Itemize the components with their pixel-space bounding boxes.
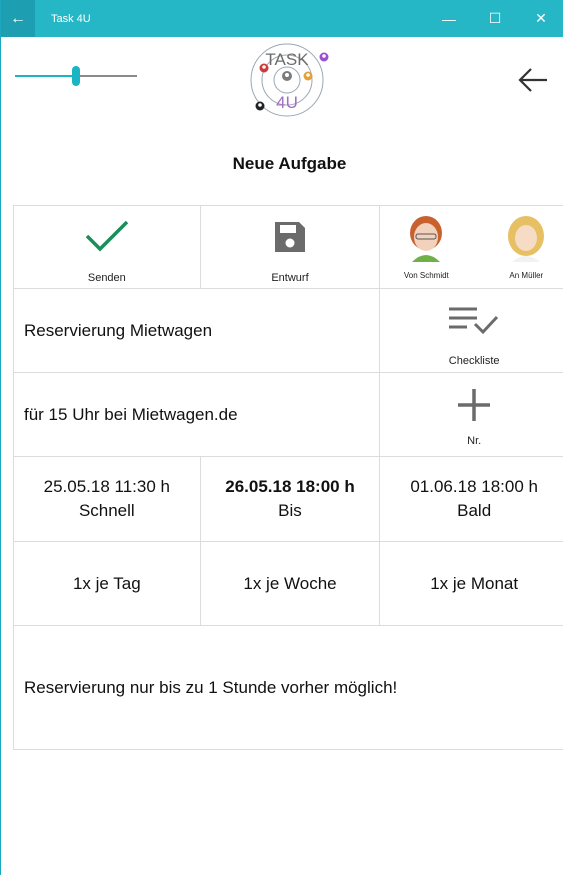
priority-slider[interactable]: [15, 66, 137, 86]
arrow-left-icon[interactable]: [515, 62, 551, 98]
user-icon: [259, 63, 269, 73]
deadline-date: 01.06.18 18:00 h: [410, 477, 538, 496]
deadline-fast[interactable]: 25.05.18 11:30 h Schnell: [14, 457, 201, 542]
save-icon: [274, 222, 305, 252]
checklist-button[interactable]: Checkliste: [380, 289, 563, 373]
action-row: Senden Entwurf Von Schmidt An Müller: [13, 205, 563, 289]
draft-button[interactable]: Entwurf: [200, 205, 381, 289]
deadline-until[interactable]: 26.05.18 18:00 h Bis: [200, 457, 381, 542]
logo-text-top: TASK: [265, 50, 309, 69]
deadline-label: Schnell: [78, 501, 135, 520]
note-text: Reservierung nur bis zu 1 Stunde vorher …: [24, 678, 398, 697]
to-label: An Müller: [509, 271, 544, 280]
send-label: Senden: [87, 272, 126, 284]
user-icon: [319, 52, 329, 62]
frequency-label: 1x je Monat: [430, 573, 519, 593]
task-form-grid: Senden Entwurf Von Schmidt An Müller Res…: [13, 205, 563, 750]
slider-thumb[interactable]: [72, 66, 80, 86]
frequency-label: 1x je Woche: [243, 573, 337, 593]
task4u-logo: TASK 4U: [250, 43, 329, 117]
frequency-label: 1x je Tag: [72, 573, 141, 593]
title-bar: ← Task 4U — ☐ ✕: [1, 0, 563, 37]
frequency-row: 1x je Tag 1x je Woche 1x je Monat: [13, 542, 563, 626]
draft-label: Entwurf: [271, 272, 309, 284]
close-button[interactable]: ✕: [518, 0, 563, 37]
number-label: Nr.: [467, 435, 482, 447]
app-window: ← Task 4U — ☐ ✕ TASK 4U Neue Aufgabe Sen…: [0, 0, 563, 875]
title-row: Reservierung Mietwagen Checkliste: [13, 289, 563, 373]
frequency-monthly[interactable]: 1x je Monat: [380, 542, 563, 626]
deadline-label: Bald: [457, 501, 492, 520]
plus-icon: [458, 389, 491, 421]
checklist-label: Checkliste: [448, 355, 500, 367]
frequency-daily[interactable]: 1x je Tag: [14, 542, 201, 626]
checklist-icon: [449, 307, 499, 335]
window-controls: — ☐ ✕: [426, 0, 563, 37]
window-title: Task 4U: [51, 12, 91, 25]
note-row: Reservierung nur bis zu 1 Stunde vorher …: [13, 626, 563, 750]
maximize-button[interactable]: ☐: [472, 0, 518, 37]
from-label: Von Schmidt: [403, 271, 449, 280]
frequency-weekly[interactable]: 1x je Woche: [200, 542, 381, 626]
user-icon: [303, 71, 313, 81]
deadline-soon[interactable]: 01.06.18 18:00 h Bald: [380, 457, 563, 542]
task-title-field[interactable]: Reservierung Mietwagen: [14, 289, 381, 373]
send-button[interactable]: Senden: [14, 205, 201, 289]
note-field[interactable]: Reservierung nur bis zu 1 Stunde vorher …: [14, 626, 563, 750]
task-detail: für 15 Uhr bei Mietwagen.de: [24, 404, 238, 424]
titlebar-back-button[interactable]: ←: [1, 0, 35, 37]
task-detail-field[interactable]: für 15 Uhr bei Mietwagen.de: [14, 373, 381, 457]
deadline-date: 25.05.18 11:30 h: [43, 477, 170, 496]
participants-cell: Von Schmidt An Müller: [380, 205, 563, 289]
user-icon: [255, 101, 265, 111]
deadline-date: 26.05.18 18:00 h: [225, 477, 355, 496]
from-user[interactable]: Von Schmidt: [396, 214, 456, 280]
minimize-button[interactable]: —: [426, 0, 472, 37]
page-title: Neue Aufgabe: [232, 154, 347, 173]
deadline-label: Bis: [278, 501, 302, 520]
task-title: Reservierung Mietwagen: [24, 320, 213, 340]
user-icon: [282, 71, 292, 81]
logo-text-bottom: 4U: [276, 93, 298, 112]
to-user[interactable]: An Müller: [496, 214, 556, 280]
avatar: [410, 216, 443, 262]
checkmark-icon: [85, 220, 129, 252]
slider-fill: [15, 75, 76, 77]
deadline-row: 25.05.18 11:30 h Schnell 26.05.18 18:00 …: [13, 457, 563, 542]
avatar: [508, 216, 545, 262]
detail-row: für 15 Uhr bei Mietwagen.de Nr.: [13, 373, 563, 457]
add-number-button[interactable]: Nr.: [380, 373, 563, 457]
